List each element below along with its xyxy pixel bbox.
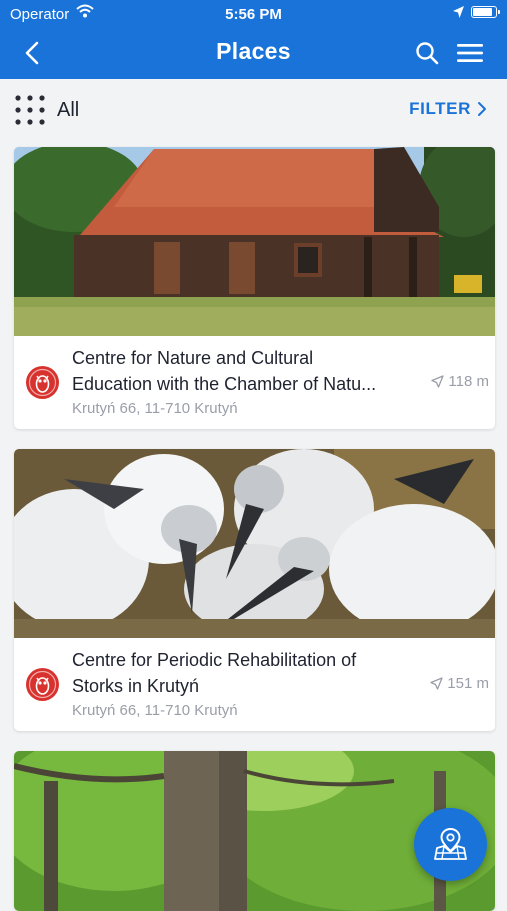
map-pin-icon xyxy=(434,827,467,860)
status-time: 5:56 PM xyxy=(225,6,282,23)
place-name-line2: Education with the Chamber of Natu... xyxy=(72,374,377,394)
distance-value: 151 m xyxy=(447,675,489,692)
place-name-line1: Centre for Nature and Cultural xyxy=(72,348,314,368)
place-address: Krutyń 66, 11-710 Krutyń xyxy=(72,702,238,719)
filter-button[interactable]: FILTER xyxy=(409,99,487,119)
filter-label: FILTER xyxy=(409,99,471,118)
owl-icon xyxy=(26,366,59,399)
place-name-line2: Storks in Krutyń xyxy=(72,676,200,696)
location-arrow-icon xyxy=(453,6,464,18)
place-info: Centre for Nature and Cultural Education… xyxy=(14,336,495,429)
menu-icon[interactable] xyxy=(456,41,484,65)
navigation-arrow-icon xyxy=(430,677,443,690)
filter-bar: All FILTER xyxy=(0,79,507,141)
status-bar: Operator 5:56 PM xyxy=(0,0,507,28)
distance-value: 118 m xyxy=(448,373,489,390)
place-name-line1: Centre for Periodic Rehabilitation of xyxy=(72,650,357,670)
grid-dots-icon[interactable] xyxy=(14,94,46,126)
place-card[interactable]: Centre for Periodic Rehabilitation of St… xyxy=(14,449,495,731)
top-bar: Operator 5:56 PM Places xyxy=(0,0,507,79)
place-info: Centre for Periodic Rehabilitation of St… xyxy=(14,638,495,731)
map-view-button[interactable] xyxy=(414,808,487,881)
owl-icon xyxy=(26,668,59,701)
navigation-arrow-icon xyxy=(431,375,445,388)
place-address: Krutyń 66, 11-710 Krutyń xyxy=(72,400,238,417)
place-distance: 151 m xyxy=(430,675,489,692)
nav-bar: Places xyxy=(0,28,507,79)
search-icon[interactable] xyxy=(414,40,440,66)
place-card[interactable]: Centre for Nature and Cultural Education… xyxy=(14,147,495,429)
stork-chicks-photo xyxy=(14,449,495,638)
place-distance: 118 m xyxy=(431,373,489,390)
wooden-barn-photo xyxy=(14,147,495,336)
category-label[interactable]: All xyxy=(57,99,79,122)
chevron-right-icon xyxy=(478,102,486,116)
battery-icon xyxy=(471,6,500,18)
